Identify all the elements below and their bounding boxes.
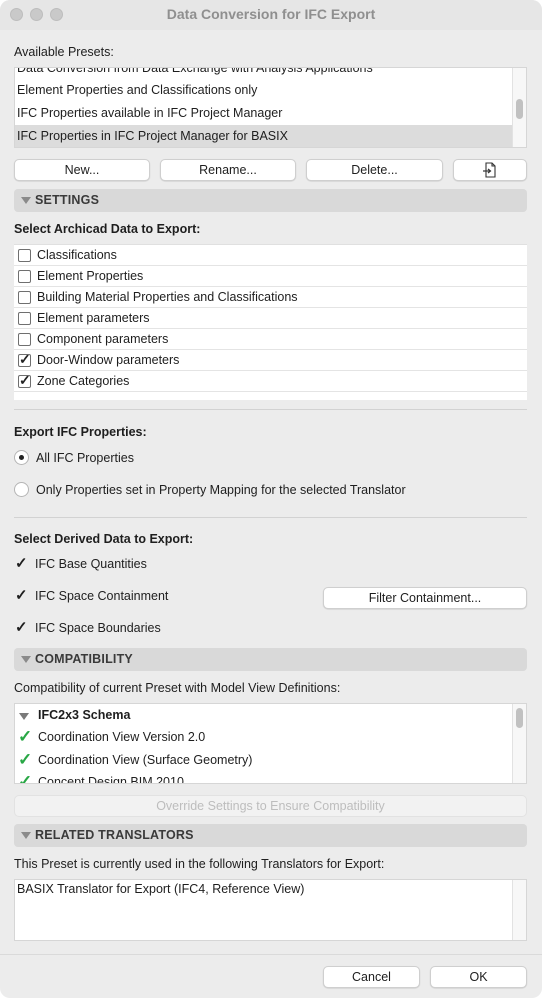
divider <box>0 954 542 955</box>
all-ifc-properties-radio[interactable] <box>14 450 29 465</box>
disclosure-triangle-icon[interactable] <box>21 197 31 204</box>
settings-title: SETTINGS <box>35 193 100 207</box>
checkbox-label: Classifications <box>37 248 117 262</box>
radio-label: Only Properties set in Property Mapping … <box>36 483 406 497</box>
archicad-item-row: ✓ Zone Categories <box>14 371 527 392</box>
settings-section-header[interactable]: SETTINGS <box>14 189 527 212</box>
element-parameters-checkbox[interactable] <box>18 312 31 325</box>
presets-label: Available Presets: <box>14 45 114 59</box>
mvd-item: Coordination View Version 2.0 <box>38 730 206 744</box>
preset-item[interactable]: Element Properties and Classifications o… <box>15 79 526 101</box>
building-material-checkbox[interactable] <box>18 291 31 304</box>
import-preset-button[interactable] <box>453 159 527 181</box>
archicad-item-row: Element Properties <box>14 266 527 287</box>
mvd-scrollbar[interactable] <box>512 704 526 783</box>
related-translators-section-header[interactable]: RELATED TRANSLATORS <box>14 824 527 847</box>
radio-dot-icon <box>19 455 24 460</box>
filter-containment-button[interactable]: Filter Containment... <box>323 587 527 609</box>
archicad-item-row: Classifications <box>14 245 527 266</box>
classifications-checkbox[interactable] <box>18 249 31 262</box>
compatibility-title: COMPATIBILITY <box>35 652 133 666</box>
checkbox-label: Door-Window parameters <box>37 353 180 367</box>
check-icon: ✓ <box>18 750 33 769</box>
compatibility-description: Compatibility of current Preset with Mod… <box>14 681 341 695</box>
checkbox-label: Building Material Properties and Classif… <box>37 290 298 304</box>
check-icon: ✓ <box>18 727 33 746</box>
archicad-data-label: Select Archicad Data to Export: <box>14 222 201 236</box>
rename-preset-button[interactable]: Rename... <box>160 159 296 181</box>
archicad-item-row: Building Material Properties and Classif… <box>14 287 527 308</box>
delete-preset-button[interactable]: Delete... <box>306 159 443 181</box>
import-icon <box>483 162 496 178</box>
presets-list[interactable]: Data Conversion from Data Exchange with … <box>14 67 527 148</box>
preset-item-selected[interactable]: IFC Properties in IFC Project Manager fo… <box>15 125 512 147</box>
translators-scrollbar[interactable] <box>512 880 526 940</box>
component-parameters-checkbox[interactable] <box>18 333 31 346</box>
presets-scroll-thumb[interactable] <box>516 99 523 119</box>
element-properties-checkbox[interactable] <box>18 270 31 283</box>
zone-categories-checkbox[interactable]: ✓ <box>18 372 31 388</box>
mvd-scroll-thumb[interactable] <box>516 708 523 728</box>
preset-item[interactable]: Data Conversion from Data Exchange with … <box>15 68 526 79</box>
related-translators-title: RELATED TRANSLATORS <box>35 828 194 842</box>
radio-label: All IFC Properties <box>36 451 134 465</box>
checkbox-label: IFC Base Quantities <box>35 557 147 571</box>
checkbox-label: Element Properties <box>37 269 144 283</box>
base-quantities-checkbox[interactable]: ✓ <box>15 554 28 572</box>
presets-scrollbar[interactable] <box>512 68 526 147</box>
space-boundaries-checkbox[interactable]: ✓ <box>15 618 28 636</box>
translators-list[interactable]: BASIX Translator for Export (IFC4, Refer… <box>14 879 527 941</box>
ifc-properties-label: Export IFC Properties: <box>14 425 147 439</box>
schema-name: IFC2x3 Schema <box>38 708 131 722</box>
mvd-item: Coordination View (Surface Geometry) <box>38 753 253 767</box>
override-settings-button[interactable]: Override Settings to Ensure Compatibilit… <box>14 795 527 817</box>
space-containment-checkbox[interactable]: ✓ <box>15 586 28 604</box>
door-window-parameters-checkbox[interactable]: ✓ <box>18 351 31 367</box>
disclosure-triangle-icon[interactable] <box>21 656 31 663</box>
mvd-item: Concept Design BIM 2010 <box>38 775 184 784</box>
dialog-window: Data Conversion for IFC Export Available… <box>0 0 542 998</box>
check-icon: ✓ <box>18 772 33 784</box>
archicad-item-row: ✓ Door-Window parameters <box>14 350 527 371</box>
checkbox-label: IFC Space Boundaries <box>35 621 161 635</box>
checkbox-label: Zone Categories <box>37 374 130 388</box>
ok-button[interactable]: OK <box>430 966 527 988</box>
divider <box>14 517 527 518</box>
checkmark-icon: ✓ <box>19 351 31 367</box>
archicad-data-list: Classifications Element Properties Build… <box>14 244 527 400</box>
preset-item[interactable]: IFC Properties available in IFC Project … <box>15 102 526 124</box>
divider <box>14 409 527 410</box>
mapping-properties-radio[interactable] <box>14 482 29 497</box>
title-bar: Data Conversion for IFC Export <box>0 0 542 30</box>
disclosure-triangle-icon[interactable] <box>21 832 31 839</box>
archicad-item-row: Element parameters <box>14 308 527 329</box>
window-title: Data Conversion for IFC Export <box>166 6 376 22</box>
checkbox-label: Element parameters <box>37 311 150 325</box>
compatibility-section-header[interactable]: COMPATIBILITY <box>14 648 527 671</box>
checkbox-label: IFC Space Containment <box>35 589 169 603</box>
schema-collapse-icon[interactable] <box>19 713 29 720</box>
derived-data-label: Select Derived Data to Export: <box>14 532 194 546</box>
translator-item[interactable]: BASIX Translator for Export (IFC4, Refer… <box>17 882 304 896</box>
checkmark-icon: ✓ <box>19 372 31 388</box>
checkbox-label: Component parameters <box>37 332 169 346</box>
mvd-list[interactable]: IFC2x3 Schema ✓ Coordination View Versio… <box>14 703 527 784</box>
cancel-button[interactable]: Cancel <box>323 966 420 988</box>
new-preset-button[interactable]: New... <box>14 159 150 181</box>
archicad-item-row: Component parameters <box>14 329 527 350</box>
related-translators-description: This Preset is currently used in the fol… <box>14 857 385 871</box>
